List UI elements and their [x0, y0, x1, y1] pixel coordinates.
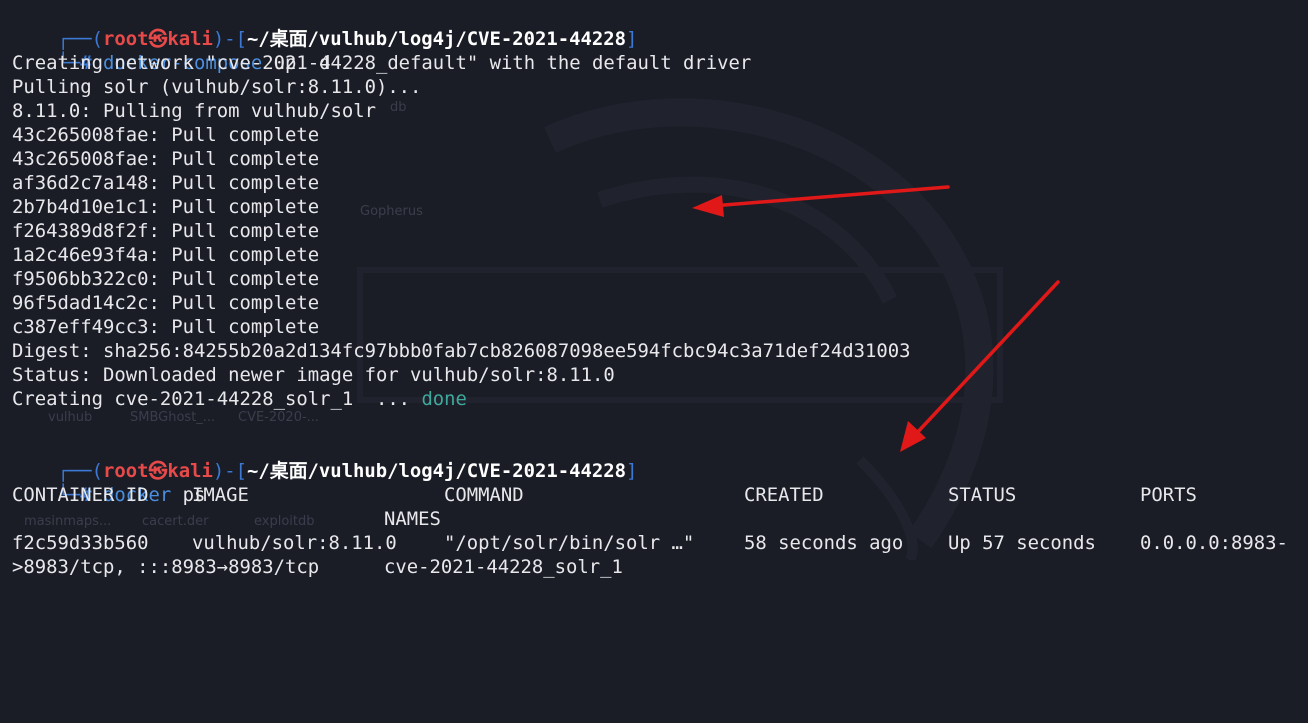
- output-line: c387eff49cc3: Pull complete: [12, 316, 320, 338]
- header-created: CREATED: [744, 484, 824, 506]
- output-line: 1a2c46e93f4a: Pull complete: [12, 244, 320, 266]
- terminal-window[interactable]: ┌──(root㉿kali)-[~/桌面/vulhub/log4j/CVE-20…: [12, 3, 1308, 600]
- cell-ports-continued: >8983/tcp, :::8983→8983/tcp: [12, 556, 320, 578]
- table-row: >8983/tcp, :::8983→8983/tcp cve-2021-442…: [12, 555, 1308, 579]
- prompt-line-top: ┌──(root㉿kali)-[~/桌面/vulhub/log4j/CVE-20…: [12, 3, 1308, 50]
- creating-container-text: Creating cve-2021-44228_solr_1 ...: [12, 388, 422, 410]
- output-line: Creating cve-2021-44228_solr_1 ... done: [12, 387, 1308, 411]
- header-names: NAMES: [384, 508, 441, 530]
- header-status: STATUS: [948, 484, 1017, 506]
- cell-image: vulhub/solr:8.11.0: [192, 532, 397, 554]
- output-line: af36d2c7a148: Pull complete: [12, 172, 320, 194]
- output-line: 43c265008fae: Pull complete: [12, 148, 320, 170]
- cell-status: Up 57 seconds: [948, 532, 1096, 554]
- header-container-id: CONTAINER ID: [12, 484, 149, 506]
- cell-ports: 0.0.0.0:8983-: [1140, 532, 1288, 554]
- table-row: f2c59d33b560 vulhub/solr:8.11.0 "/opt/so…: [12, 531, 1308, 555]
- cell-container-id: f2c59d33b560: [12, 532, 149, 554]
- output-line: Status: Downloaded newer image for vulhu…: [12, 364, 615, 386]
- cell-names: cve-2021-44228_solr_1: [384, 556, 623, 578]
- output-line: Pulling solr (vulhub/solr:8.11.0)...: [12, 76, 422, 98]
- output-line: f9506bb322c0: Pull complete: [12, 268, 320, 290]
- prompt-line-top: ┌──(root㉿kali)-[~/桌面/vulhub/log4j/CVE-20…: [12, 435, 1308, 482]
- cell-command: "/opt/solr/bin/solr …": [444, 532, 695, 554]
- header-image: IMAGE: [192, 484, 249, 506]
- output-line: Digest: sha256:84255b20a2d134fc97bbb0fab…: [12, 340, 911, 362]
- output-line: 96f5dad14c2c: Pull complete: [12, 292, 320, 314]
- output-line: 2b7b4d10e1c1: Pull complete: [12, 196, 320, 218]
- table-header-row: NAMES: [12, 507, 1308, 531]
- command-line: └─# docker ps: [12, 459, 1308, 506]
- table-header-row: CONTAINER ID IMAGE COMMAND CREATED STATU…: [12, 483, 1308, 507]
- cell-created: 58 seconds ago: [744, 532, 904, 554]
- header-ports: PORTS: [1140, 484, 1197, 506]
- command-line: └─# docker-compose up -d: [12, 27, 1308, 74]
- output-line: f264389d8f2f: Pull complete: [12, 220, 320, 242]
- done-status: done: [421, 388, 467, 410]
- header-command: COMMAND: [444, 484, 524, 506]
- output-line: Creating network "cve-2021-44228_default…: [12, 52, 752, 74]
- output-line: 8.11.0: Pulling from vulhub/solr: [12, 100, 376, 122]
- output-line: 43c265008fae: Pull complete: [12, 124, 320, 146]
